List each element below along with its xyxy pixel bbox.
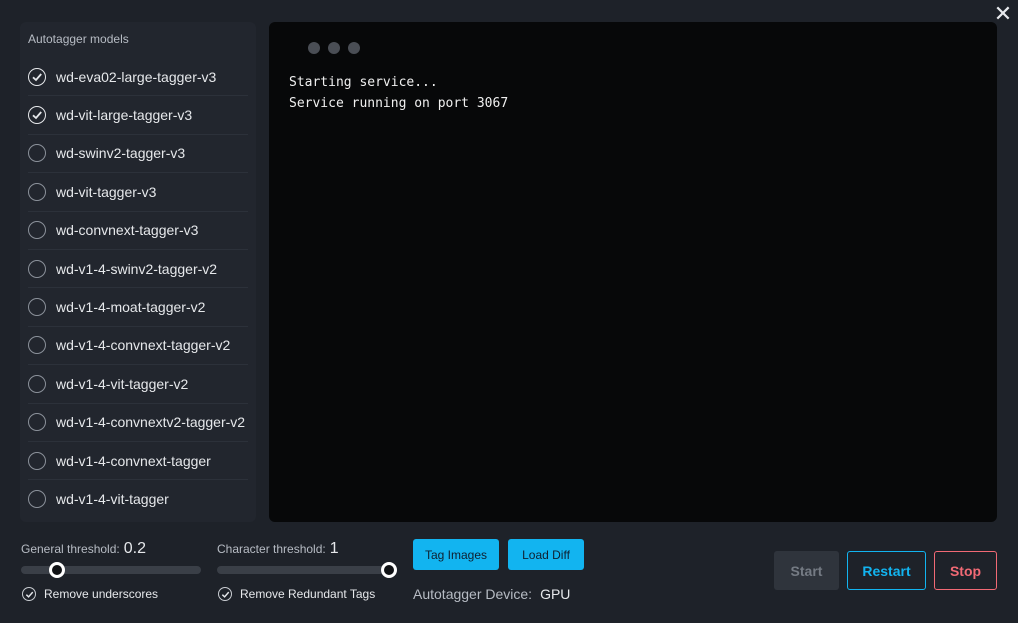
model-label: wd-vit-tagger-v3 bbox=[56, 183, 157, 200]
close-icon: ✕ bbox=[993, 1, 1013, 26]
model-checkbox[interactable] bbox=[28, 413, 46, 432]
check-icon bbox=[25, 591, 33, 598]
remove-redundant-option[interactable]: Remove Redundant Tags bbox=[218, 587, 375, 601]
terminal-lines: Starting service... Service running on p… bbox=[289, 72, 508, 114]
models-title: Autotagger models bbox=[28, 32, 129, 46]
model-checkbox[interactable] bbox=[28, 182, 46, 201]
model-label: wd-v1-4-swinv2-tagger-v2 bbox=[56, 260, 218, 277]
stop-button[interactable]: Stop bbox=[934, 551, 997, 590]
model-label: wd-v1-4-vit-tagger bbox=[56, 491, 169, 508]
remove-underscores-option[interactable]: Remove underscores bbox=[22, 587, 158, 601]
model-checkbox[interactable] bbox=[28, 144, 46, 163]
model-item[interactable]: wd-convnext-tagger-v3 bbox=[28, 212, 248, 250]
model-label: wd-v1-4-vit-tagger-v2 bbox=[56, 375, 189, 392]
model-item[interactable]: wd-eva02-large-tagger-v3 bbox=[28, 58, 248, 97]
character-threshold-slider[interactable] bbox=[217, 562, 397, 578]
remove-underscores-checkbox[interactable] bbox=[22, 587, 36, 601]
remove-underscores-label: Remove underscores bbox=[44, 587, 159, 601]
general-threshold-group: General threshold: 0.2 bbox=[21, 540, 201, 580]
check-icon bbox=[32, 73, 42, 81]
model-list: wd-eva02-large-tagger-v3 wd-vit-large-tag… bbox=[28, 58, 248, 519]
general-threshold-slider[interactable] bbox=[21, 562, 201, 578]
model-checkbox[interactable] bbox=[28, 490, 46, 509]
model-item[interactable]: wd-v1-4-vit-tagger-v2 bbox=[28, 365, 248, 404]
model-label: wd-v1-4-convnextv2-tagger-v2 bbox=[56, 414, 246, 431]
model-item[interactable]: wd-v1-4-moat-tagger-v2 bbox=[28, 288, 248, 327]
general-threshold-value: 0.2 bbox=[123, 540, 146, 557]
model-label: wd-eva02-large-tagger-v3 bbox=[56, 68, 217, 85]
model-label: wd-v1-4-convnext-tagger-v2 bbox=[56, 337, 231, 354]
model-item[interactable]: wd-v1-4-swinv2-tagger-v2 bbox=[28, 250, 248, 289]
model-label: wd-vit-large-tagger-v3 bbox=[56, 107, 193, 124]
model-label: wd-v1-4-convnext-tagger bbox=[56, 452, 211, 469]
model-checkbox[interactable] bbox=[28, 451, 46, 470]
terminal-dot bbox=[348, 42, 360, 54]
terminal-line: Starting service... bbox=[289, 75, 438, 90]
model-item[interactable]: wd-vit-tagger-v3 bbox=[28, 173, 248, 212]
model-label: wd-swinv2-tagger-v3 bbox=[56, 145, 186, 162]
model-checkbox[interactable] bbox=[28, 336, 46, 355]
model-label: wd-convnext-tagger-v3 bbox=[56, 222, 199, 239]
restart-button[interactable]: Restart bbox=[847, 551, 926, 590]
model-item[interactable]: wd-swinv2-tagger-v3 bbox=[28, 135, 248, 174]
model-checkbox[interactable] bbox=[28, 298, 46, 317]
terminal-line: Service running on port 3067 bbox=[289, 96, 509, 111]
device-row: Autotagger Device: GPU bbox=[413, 586, 570, 602]
model-checkbox[interactable] bbox=[28, 67, 46, 86]
terminal-output: Starting service... Service running on p… bbox=[269, 22, 997, 522]
check-icon bbox=[32, 111, 42, 120]
character-threshold-value: 1 bbox=[329, 540, 339, 557]
general-threshold-label: General threshold: bbox=[21, 542, 120, 556]
terminal-dots bbox=[308, 42, 360, 54]
model-checkbox[interactable] bbox=[28, 221, 46, 240]
model-checkbox[interactable] bbox=[28, 374, 46, 393]
slider-thumb[interactable] bbox=[381, 562, 397, 578]
models-panel: Autotagger models wd-eva02-large-tagger-… bbox=[20, 22, 256, 522]
device-value: GPU bbox=[540, 586, 571, 602]
terminal-dot bbox=[328, 42, 340, 54]
model-item[interactable]: wd-v1-4-convnextv2-tagger-v2 bbox=[28, 404, 248, 442]
model-label: wd-v1-4-moat-tagger-v2 bbox=[56, 299, 206, 316]
tag-images-button[interactable]: Tag Images bbox=[413, 539, 499, 570]
terminal-dot bbox=[308, 42, 320, 54]
device-label: Autotagger Device: bbox=[413, 586, 533, 602]
model-item[interactable]: wd-v1-4-convnext-tagger bbox=[28, 442, 248, 481]
remove-redundant-checkbox[interactable] bbox=[218, 587, 232, 601]
character-threshold-group: Character threshold: 1 bbox=[217, 540, 397, 580]
model-checkbox[interactable] bbox=[28, 259, 46, 278]
slider-thumb[interactable] bbox=[49, 562, 65, 578]
model-checkbox[interactable] bbox=[28, 106, 46, 125]
load-diff-button[interactable]: Load Diff bbox=[508, 539, 584, 570]
model-item[interactable]: wd-vit-large-tagger-v3 bbox=[28, 96, 248, 135]
model-item[interactable]: wd-v1-4-vit-tagger bbox=[28, 480, 248, 518]
check-icon bbox=[221, 591, 229, 598]
close-button[interactable]: ✕ bbox=[992, 3, 1014, 25]
remove-redundant-label: Remove Redundant Tags bbox=[240, 587, 376, 601]
start-button[interactable]: Start bbox=[774, 551, 839, 590]
model-item[interactable]: wd-v1-4-convnext-tagger-v2 bbox=[28, 327, 248, 366]
character-threshold-label: Character threshold: bbox=[217, 542, 326, 556]
